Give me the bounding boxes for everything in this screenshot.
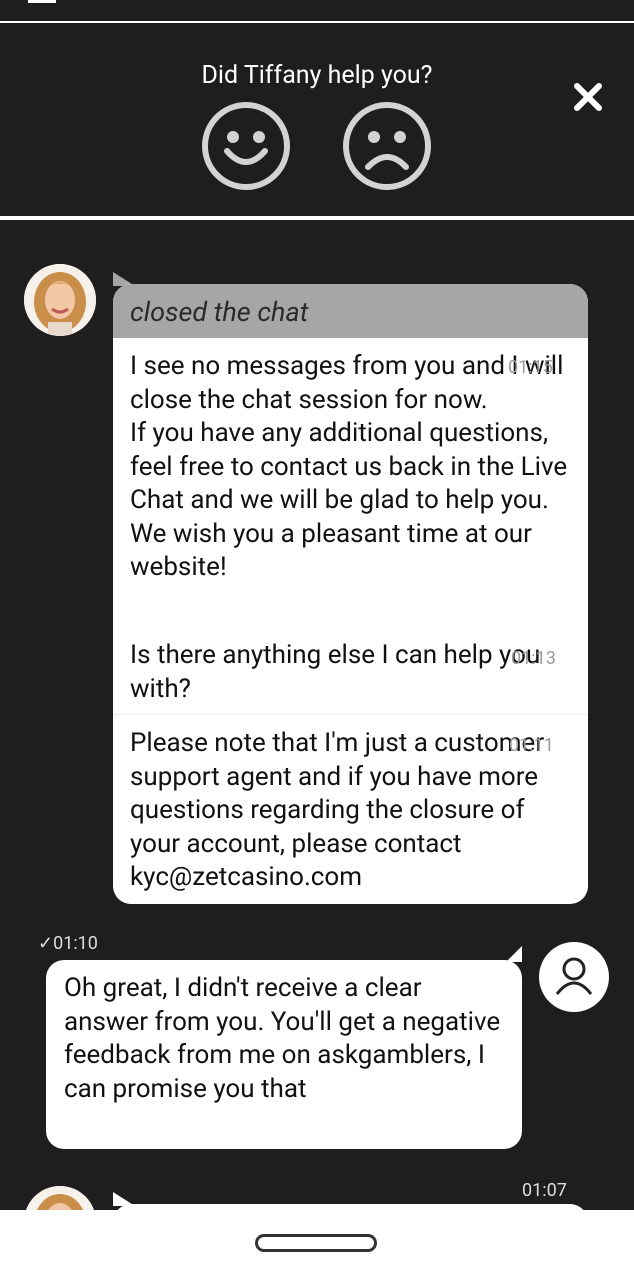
user-message-text: Oh great, I didn't receive a clear answe… [64,973,501,1104]
menu-icon[interactable] [28,0,56,3]
smiley-happy-icon[interactable] [201,101,291,191]
smiley-sad-icon[interactable] [342,101,432,191]
message-time: 01:13 [511,648,556,669]
message-time: 01:15 [508,357,553,378]
user-icon [555,957,593,995]
agent-avatar [24,264,96,336]
close-icon[interactable] [572,81,604,113]
feedback-title: Did Tiffany help you? [201,61,433,90]
user-message-time: ✓01:10 [38,933,98,954]
feedback-panel: Did Tiffany help you? [0,23,634,216]
user-message-bubble: Oh great, I didn't receive a clear answe… [46,960,522,1149]
home-gesture-pill[interactable] [255,1234,377,1252]
message-separator [113,714,588,715]
agent-message-text: I see no messages from you and I will cl… [130,351,568,582]
message-time: 01:11 [509,735,554,756]
next-message-time: 01:07 [522,1180,567,1201]
system-nav-bar [0,1210,634,1280]
agent-message-bubble: closed the chat I see no messages from y… [113,284,588,904]
feedback-divider [0,216,634,220]
chat-status-header: closed the chat [113,284,588,338]
chat-status-text: closed the chat [130,296,309,328]
agent-avatar-image [24,264,96,336]
user-avatar [539,942,609,1012]
agent-message-text: Is there anything else I can help you wi… [130,640,541,704]
